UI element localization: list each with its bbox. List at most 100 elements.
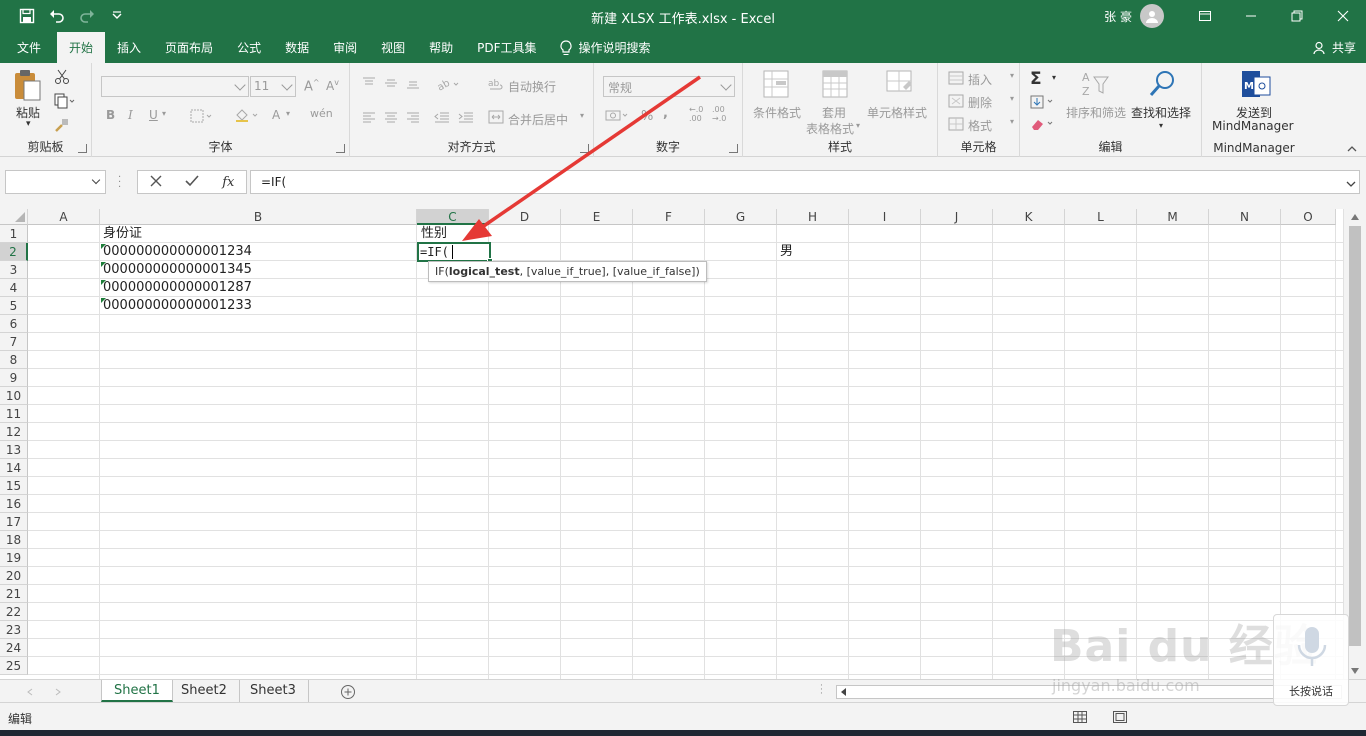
- column-header-M[interactable]: M: [1137, 209, 1209, 225]
- tab-view[interactable]: 视图: [369, 32, 417, 63]
- save-button[interactable]: [14, 4, 40, 28]
- column-header-G[interactable]: G: [705, 209, 777, 225]
- comma-style-button[interactable]: ,: [663, 106, 668, 121]
- expand-formula-bar-button[interactable]: [1346, 177, 1356, 191]
- fill-button[interactable]: [1030, 95, 1060, 112]
- sheet-tab-2[interactable]: Sheet2: [169, 680, 240, 702]
- align-center-button[interactable]: [384, 111, 398, 126]
- insert-function-button[interactable]: fx: [222, 175, 234, 190]
- format-as-table-button[interactable]: 套用 表格格式 ▾: [806, 69, 863, 136]
- redo-button[interactable]: [74, 4, 100, 28]
- tab-data[interactable]: 数据: [273, 32, 321, 63]
- tab-insert[interactable]: 插入: [105, 32, 153, 63]
- customize-qat-button[interactable]: [104, 4, 130, 28]
- worksheet-grid[interactable]: ABCDEFGHIJKLMNO 1 2 3 4 5 6 7 8 9 10 11 12 13 14 15 16 1…: [0, 209, 1366, 679]
- tab-pdf-tools[interactable]: PDF工具集: [465, 32, 548, 63]
- row-header-18[interactable]: 18: [0, 531, 28, 549]
- minimize-button[interactable]: [1228, 0, 1274, 32]
- wrap-text-button[interactable]: ab 自动换行: [488, 77, 588, 94]
- find-select-button[interactable]: 查找和选择 ▾: [1130, 69, 1196, 131]
- undo-button[interactable]: [44, 4, 70, 28]
- next-sheet-icon[interactable]: [54, 688, 62, 696]
- alignment-dialog-launcher[interactable]: [580, 144, 589, 153]
- row-header-11[interactable]: 11: [0, 405, 28, 423]
- row-header-17[interactable]: 17: [0, 513, 28, 531]
- row-header-7[interactable]: 7: [0, 333, 28, 351]
- formula-input[interactable]: =IF(: [250, 170, 1360, 194]
- number-format-combo[interactable]: 常规: [603, 76, 735, 97]
- row-header-16[interactable]: 16: [0, 495, 28, 513]
- vertical-scroll-thumb[interactable]: [1349, 226, 1361, 646]
- row-header-3[interactable]: 3: [0, 261, 28, 279]
- cell-B1[interactable]: 身份证: [103, 225, 142, 243]
- increase-decimal-button[interactable]: ←.0.00: [689, 105, 703, 123]
- insert-cells-button[interactable]: 插入 ▾: [948, 71, 1018, 88]
- borders-button[interactable]: [190, 109, 214, 126]
- column-header-K[interactable]: K: [993, 209, 1065, 225]
- restore-button[interactable]: [1274, 0, 1320, 32]
- column-header-N[interactable]: N: [1209, 209, 1281, 225]
- tab-page-layout[interactable]: 页面布局: [153, 32, 225, 63]
- row-header-9[interactable]: 9: [0, 369, 28, 387]
- increase-indent-button[interactable]: [458, 111, 474, 126]
- voice-input-widget[interactable]: 长按说话: [1273, 614, 1349, 706]
- row-header-22[interactable]: 22: [0, 603, 28, 621]
- column-header-I[interactable]: I: [849, 209, 921, 225]
- bottom-align-button[interactable]: [406, 77, 420, 92]
- cell-C1[interactable]: 性别: [421, 225, 447, 243]
- new-sheet-button[interactable]: [340, 684, 356, 703]
- cell-H2[interactable]: 男: [780, 243, 793, 261]
- align-right-button[interactable]: [406, 111, 420, 126]
- tab-home[interactable]: 开始: [57, 32, 106, 63]
- accounting-format-button[interactable]: [605, 109, 631, 126]
- format-painter-button[interactable]: [54, 117, 70, 136]
- cell-B3[interactable]: 000000000000001345: [103, 261, 252, 279]
- font-dialog-launcher[interactable]: [336, 144, 345, 153]
- name-box[interactable]: [5, 170, 106, 194]
- send-to-mindmanager-button[interactable]: M 发送到 MindManager: [1208, 69, 1304, 135]
- column-header-C[interactable]: C: [417, 209, 489, 225]
- clipboard-dialog-launcher[interactable]: [78, 144, 87, 153]
- sheet-tab-1[interactable]: Sheet1: [101, 680, 173, 702]
- format-cells-button[interactable]: 格式 ▾: [948, 117, 1018, 134]
- confirm-entry-button[interactable]: [185, 174, 199, 190]
- row-header-12[interactable]: 12: [0, 423, 28, 441]
- normal-view-button[interactable]: [1073, 711, 1087, 726]
- tab-file[interactable]: 文件: [0, 32, 57, 63]
- row-header-10[interactable]: 10: [0, 387, 28, 405]
- column-header-J[interactable]: J: [921, 209, 993, 225]
- row-header-20[interactable]: 20: [0, 567, 28, 585]
- select-all-corner[interactable]: [0, 209, 28, 225]
- orientation-button[interactable]: ab: [436, 77, 462, 94]
- sheet-tab-3[interactable]: Sheet3: [238, 680, 309, 702]
- close-button[interactable]: [1320, 0, 1366, 32]
- percent-button[interactable]: %: [641, 109, 653, 124]
- sort-filter-button[interactable]: AZ 排序和筛选: [1064, 69, 1128, 131]
- font-size-combo[interactable]: 11: [250, 76, 296, 97]
- cut-button[interactable]: [54, 69, 70, 88]
- collapse-ribbon-button[interactable]: [1346, 143, 1358, 157]
- row-header-8[interactable]: 8: [0, 351, 28, 369]
- row-header-5[interactable]: 5: [0, 297, 28, 315]
- tab-help[interactable]: 帮助: [417, 32, 465, 63]
- font-name-combo[interactable]: [101, 76, 249, 97]
- shrink-font-button[interactable]: Av: [326, 78, 339, 93]
- tell-me-search[interactable]: 操作说明搜索: [549, 32, 663, 63]
- top-align-button[interactable]: [362, 77, 376, 92]
- share-button[interactable]: 共享: [1313, 32, 1356, 63]
- column-header-O[interactable]: O: [1281, 209, 1336, 225]
- decrease-indent-button[interactable]: [434, 111, 450, 126]
- tab-formulas[interactable]: 公式: [225, 32, 273, 63]
- ribbon-display-options-button[interactable]: [1182, 0, 1228, 32]
- page-layout-view-button[interactable]: [1113, 711, 1127, 726]
- merge-center-button[interactable]: 合并后居中 ▾: [488, 110, 592, 127]
- cell-B5[interactable]: 000000000000001233: [103, 297, 252, 315]
- decrease-decimal-button[interactable]: .00 →.0: [712, 105, 726, 123]
- cancel-entry-button[interactable]: [150, 175, 162, 190]
- row-header-23[interactable]: 23: [0, 621, 28, 639]
- underline-button[interactable]: U: [149, 108, 158, 122]
- row-header-13[interactable]: 13: [0, 441, 28, 459]
- row-header-14[interactable]: 14: [0, 459, 28, 477]
- column-header-F[interactable]: F: [633, 209, 705, 225]
- row-header-25[interactable]: 25: [0, 657, 28, 675]
